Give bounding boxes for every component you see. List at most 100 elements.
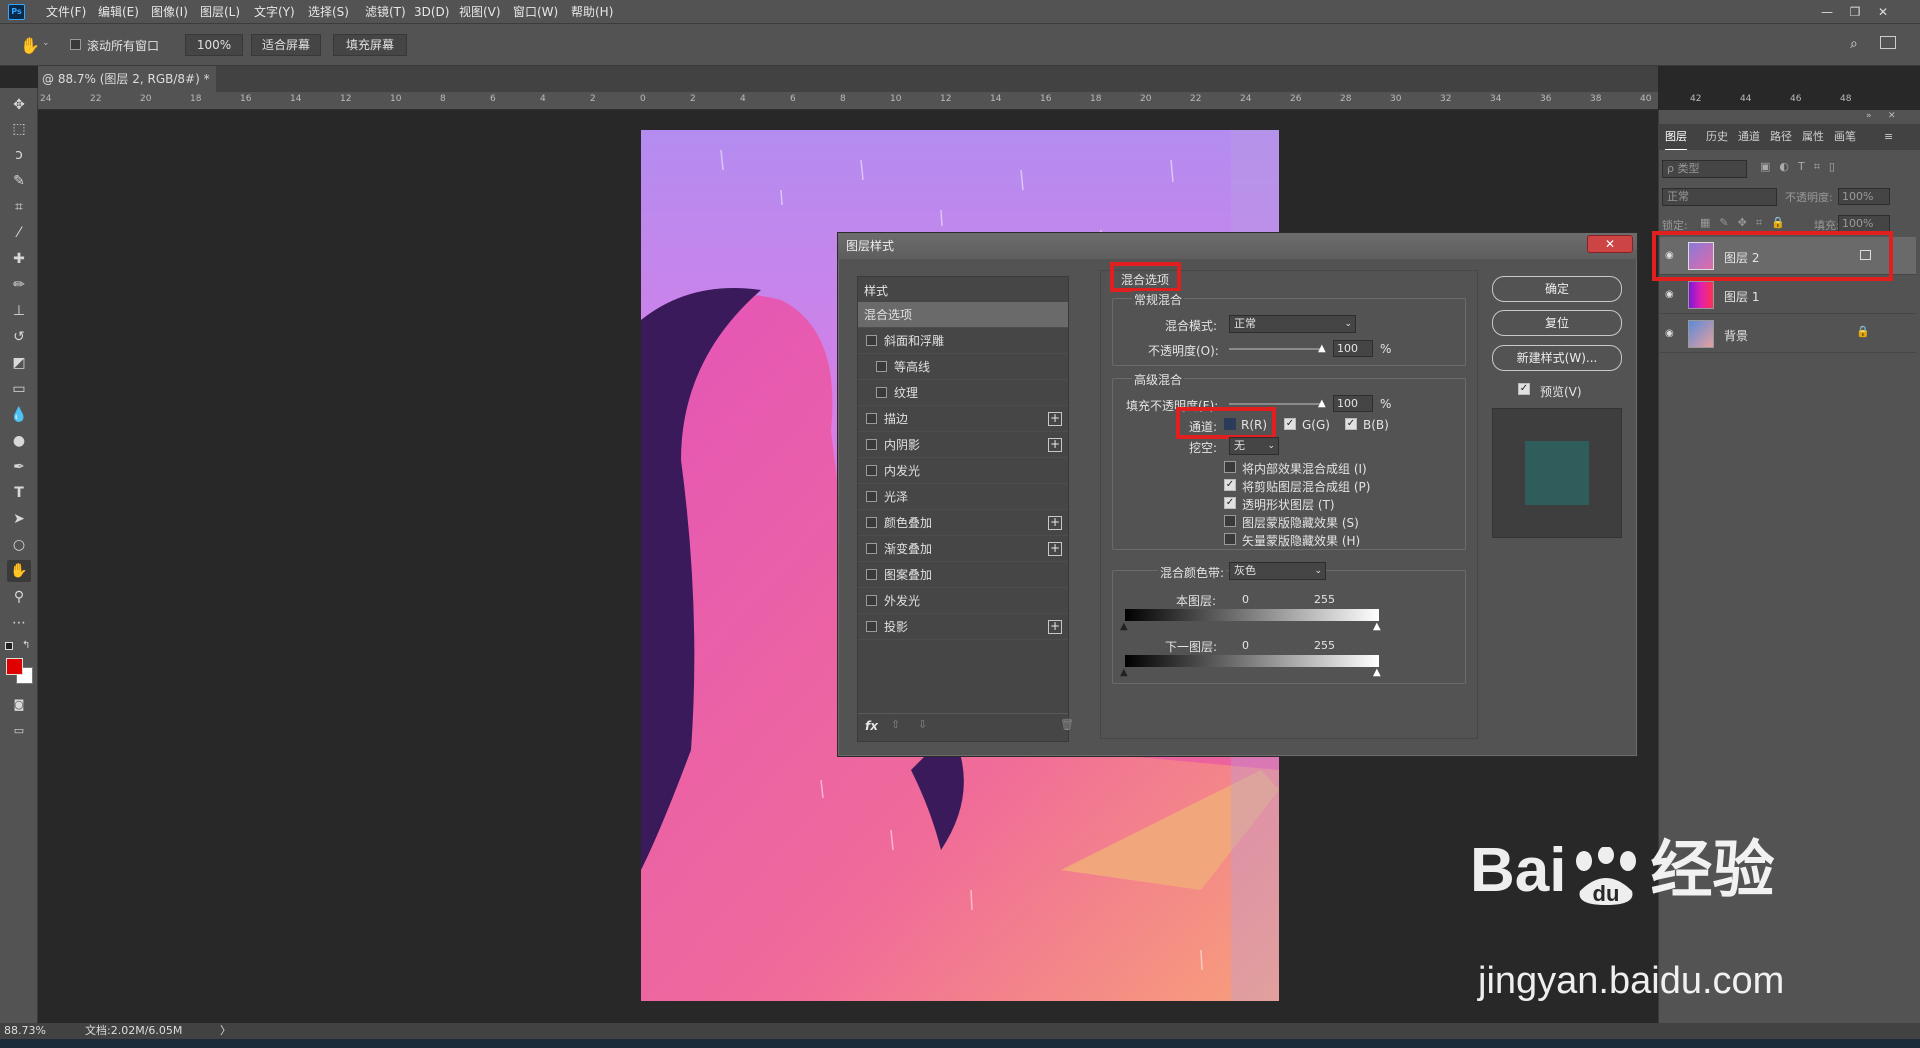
zoom-100-button[interactable]: 100% [185, 34, 243, 56]
layer-blend-mode-select[interactable]: 正常 [1662, 188, 1777, 206]
type-tool-icon[interactable]: T [7, 482, 31, 504]
zoom-tool-icon[interactable]: ⚲ [7, 586, 31, 608]
minimize-button[interactable]: — [1817, 3, 1837, 21]
move-tool-icon[interactable]: ✥ [7, 94, 31, 116]
menu-item-7[interactable]: 3D(D) [414, 0, 449, 24]
style-item[interactable]: 内发光 [858, 458, 1068, 484]
opacity-slider-track[interactable] [1229, 348, 1324, 350]
layer-opacity-value[interactable]: 100% [1838, 188, 1890, 205]
fx-icon[interactable]: fx [865, 719, 878, 733]
lasso-tool-icon[interactable]: ↄ [7, 144, 31, 166]
hand-tool-icon[interactable]: ✋ [20, 36, 40, 55]
menu-item-8[interactable]: 视图(V) [459, 0, 501, 24]
menu-item-0[interactable]: 文件(F) [46, 0, 86, 24]
status-arrow-icon[interactable]: 〉 [220, 1023, 231, 1039]
style-item[interactable]: 描边 + [858, 406, 1068, 432]
style-item-checkbox[interactable] [866, 595, 877, 606]
advanced-option-checkbox[interactable]: ✓ [1224, 479, 1236, 491]
tab-channels[interactable]: 通道 [1738, 124, 1760, 150]
channel-g-checkbox[interactable]: ✓ [1284, 418, 1296, 430]
fill-opacity-slider-handle[interactable]: ▲ [1318, 398, 1326, 409]
layer-name[interactable]: 图层 1 [1724, 288, 1759, 305]
style-item-checkbox[interactable] [866, 439, 877, 450]
advanced-option-checkbox[interactable] [1224, 461, 1236, 473]
style-item[interactable]: 外发光 [858, 588, 1068, 614]
style-item[interactable]: 内阴影 + [858, 432, 1068, 458]
tab-history[interactable]: 历史 [1706, 124, 1728, 150]
document-tab[interactable]: @ 88.7% (图层 2, RGB/8#) * × [38, 66, 216, 112]
fill-screen-button[interactable]: 填充屏幕 [333, 34, 407, 56]
menu-item-3[interactable]: 图层(L) [200, 0, 240, 24]
style-item-checkbox[interactable] [866, 517, 877, 528]
scroll-all-windows-checkbox[interactable] [70, 39, 81, 50]
ellipse-tool-icon[interactable]: ○ [7, 534, 31, 556]
this-layer-black-handle[interactable]: ▲ [1120, 621, 1128, 632]
style-item[interactable]: 光泽 [858, 484, 1068, 510]
style-item-checkbox[interactable] [866, 491, 877, 502]
underlying-layer-gradient-bar[interactable] [1125, 655, 1379, 667]
more-tools-icon[interactable]: ⋯ [7, 612, 31, 634]
tab-brushes[interactable]: 画笔 [1834, 124, 1856, 150]
style-item-checkbox[interactable] [876, 361, 887, 372]
tab-properties[interactable]: 属性 [1802, 124, 1824, 150]
fit-screen-button[interactable]: 适合屏幕 [251, 34, 321, 56]
path-select-tool-icon[interactable]: ➤ [7, 508, 31, 530]
style-item[interactable]: 混合选项 [858, 302, 1068, 328]
add-effect-icon[interactable]: + [1048, 620, 1062, 634]
screen-mode-icon[interactable]: ▭ [7, 720, 31, 742]
style-item[interactable]: 斜面和浮雕 [858, 328, 1068, 354]
menu-item-2[interactable]: 图像(I) [151, 0, 188, 24]
foreground-color-swatch[interactable] [6, 658, 23, 675]
add-effect-icon[interactable]: + [1048, 542, 1062, 556]
close-panel-icon[interactable]: ✕ [1888, 111, 1896, 121]
advanced-option-checkbox[interactable] [1224, 515, 1236, 527]
move-down-icon[interactable]: ⇩ [918, 718, 927, 731]
swap-colors-icon[interactable]: ↰ [22, 640, 30, 651]
tab-paths[interactable]: 路径 [1770, 124, 1792, 150]
underlying-layer-white-handle[interactable]: ▲ [1373, 667, 1381, 678]
style-item[interactable]: 渐变叠加 + [858, 536, 1068, 562]
reset-button[interactable]: 复位 [1492, 310, 1622, 336]
quick-select-tool-icon[interactable]: ✎ [7, 170, 31, 192]
blur-tool-icon[interactable]: 💧 [7, 404, 31, 426]
style-item-checkbox[interactable] [866, 569, 877, 580]
fill-opacity-slider-track[interactable] [1229, 403, 1324, 405]
this-layer-gradient-bar[interactable] [1125, 609, 1379, 621]
style-item-checkbox[interactable] [866, 335, 877, 346]
zoom-level[interactable]: 88.73% [4, 1023, 46, 1039]
new-style-button[interactable]: 新建样式(W)... [1492, 345, 1622, 371]
marquee-tool-icon[interactable]: ⬚ [7, 118, 31, 140]
blend-mode-select[interactable]: 正常 ⌄ [1229, 315, 1356, 333]
menu-item-4[interactable]: 文字(Y) [254, 0, 295, 24]
channel-b-checkbox[interactable]: ✓ [1345, 418, 1357, 430]
tool-preset-chevron-icon[interactable]: ⌄ [42, 38, 50, 48]
delete-effect-icon[interactable]: 🗑 [1060, 718, 1074, 731]
eyedropper-tool-icon[interactable]: ⁄ [7, 222, 31, 244]
crop-tool-icon[interactable]: ⌗ [7, 196, 31, 218]
style-item-checkbox[interactable] [866, 413, 877, 424]
panel-menu-icon[interactable]: ≡ [1884, 130, 1893, 143]
collapse-panel-icon[interactable]: » [1866, 111, 1872, 121]
clone-stamp-tool-icon[interactable]: ⊥ [7, 300, 31, 322]
style-item-checkbox[interactable] [866, 543, 877, 554]
menu-item-10[interactable]: 帮助(H) [571, 0, 613, 24]
underlying-layer-black-handle[interactable]: ▲ [1120, 667, 1128, 678]
style-item[interactable]: 投影 + [858, 614, 1068, 640]
visibility-eye-icon[interactable]: ◉ [1665, 289, 1674, 300]
opacity-slider-handle[interactable]: ▲ [1318, 343, 1326, 354]
menu-item-5[interactable]: 选择(S) [308, 0, 349, 24]
brush-tool-icon[interactable]: ✏ [7, 274, 31, 296]
layer-row-layer1[interactable]: ◉ 图层 1 [1660, 276, 1916, 314]
dialog-close-button[interactable]: ✕ [1587, 235, 1633, 253]
add-effect-icon[interactable]: + [1048, 412, 1062, 426]
blend-if-select[interactable]: 灰色 ⌄ [1229, 562, 1326, 580]
style-item-checkbox[interactable] [866, 465, 877, 476]
this-layer-white-handle[interactable]: ▲ [1373, 621, 1381, 632]
style-item[interactable]: 颜色叠加 + [858, 510, 1068, 536]
fill-opacity-input[interactable]: 100 [1333, 395, 1373, 412]
dodge-tool-icon[interactable]: ● [7, 430, 31, 452]
eraser-tool-icon[interactable]: ◩ [7, 352, 31, 374]
hand-tool-active-icon[interactable]: ✋ [7, 560, 31, 582]
style-item[interactable]: 图案叠加 [858, 562, 1068, 588]
layer-filter-select[interactable]: ρ 类型 [1662, 160, 1747, 178]
